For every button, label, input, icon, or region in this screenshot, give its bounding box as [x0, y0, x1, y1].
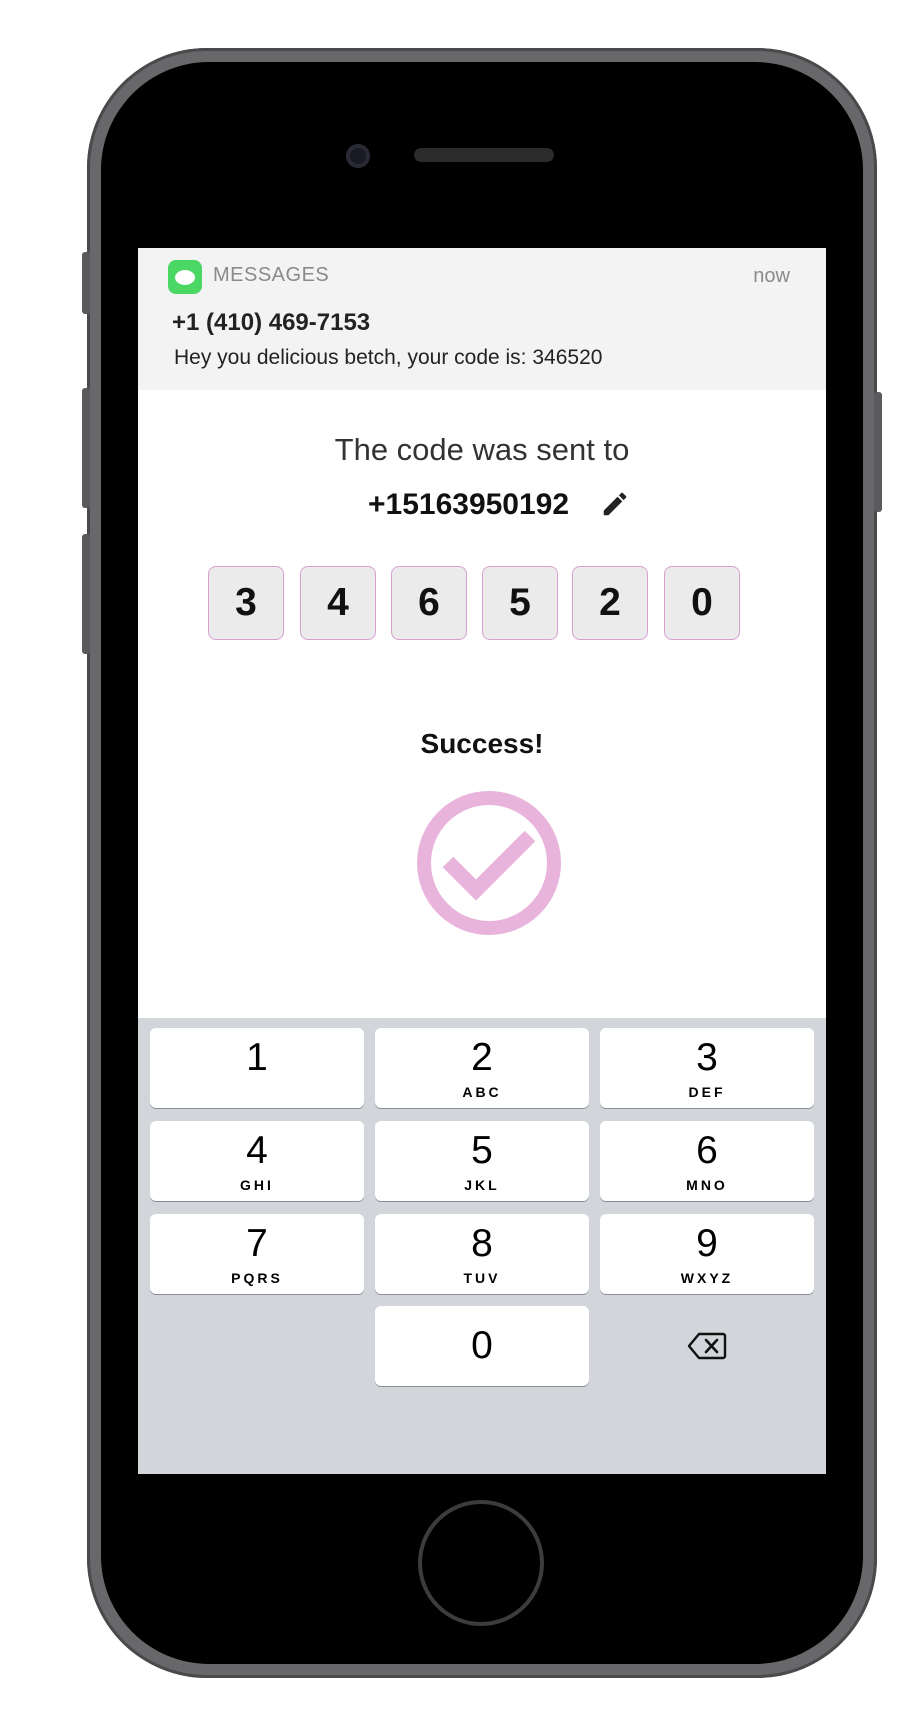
key-letters: GHI [240, 1177, 274, 1193]
key-9[interactable]: 9 WXYZ [600, 1214, 814, 1294]
notification-time: now [753, 265, 790, 287]
backspace-key[interactable] [600, 1306, 814, 1386]
volume-down-button [82, 534, 90, 654]
key-letters: ABC [462, 1084, 502, 1100]
key-digit: 0 [471, 1324, 493, 1367]
code-digit-input[interactable]: 6 [391, 566, 467, 640]
mute-switch [82, 252, 90, 314]
key-5[interactable]: 5 JKL [375, 1121, 589, 1201]
code-digit-input[interactable]: 3 [208, 566, 284, 640]
success-check-icon [417, 791, 561, 935]
key-digit: 9 [696, 1222, 718, 1265]
edit-pencil-icon[interactable] [600, 489, 630, 519]
key-letters: MNO [686, 1177, 728, 1193]
numeric-keypad: 1 2 ABC 3 DEF 4 GHI 5 JKL 6 MNO 7 PQRS 8 [138, 1018, 826, 1474]
destination-phone-number: +15163950192 [368, 488, 570, 521]
screen: MESSAGES now +1 (410) 469-7153 Hey you d… [138, 248, 826, 1474]
sms-notification[interactable]: MESSAGES now +1 (410) 469-7153 Hey you d… [138, 248, 826, 390]
code-digit-input[interactable]: 0 [664, 566, 740, 640]
key-0[interactable]: 0 [375, 1306, 589, 1386]
key-7[interactable]: 7 PQRS [150, 1214, 364, 1294]
key-1[interactable]: 1 [150, 1028, 364, 1108]
key-letters: PQRS [231, 1270, 283, 1286]
volume-up-button [82, 388, 90, 508]
key-letters: JKL [464, 1177, 500, 1193]
home-button[interactable] [418, 1500, 544, 1626]
messages-app-icon [168, 260, 202, 294]
key-8[interactable]: 8 TUV [375, 1214, 589, 1294]
key-digit: 4 [246, 1129, 268, 1172]
backspace-icon [687, 1332, 727, 1360]
notification-body: Hey you delicious betch, your code is: 3… [174, 346, 603, 369]
key-letters: WXYZ [680, 1270, 734, 1286]
key-4[interactable]: 4 GHI [150, 1121, 364, 1201]
notification-sender: +1 (410) 469-7153 [172, 309, 371, 336]
key-6[interactable]: 6 MNO [600, 1121, 814, 1201]
key-digit: 5 [471, 1129, 493, 1172]
earpiece-speaker [414, 148, 554, 162]
key-letters: TUV [463, 1270, 501, 1286]
key-digit: 8 [471, 1222, 493, 1265]
key-letters: DEF [688, 1084, 726, 1100]
front-camera [346, 144, 370, 168]
power-button [874, 392, 882, 512]
code-input-row: 3 4 6 5 2 0 [138, 566, 826, 646]
key-digit: 7 [246, 1222, 268, 1265]
key-digit: 1 [246, 1036, 268, 1079]
code-sent-label: The code was sent to [334, 432, 630, 467]
key-2[interactable]: 2 ABC [375, 1028, 589, 1108]
code-digit-input[interactable]: 2 [572, 566, 648, 640]
key-digit: 3 [696, 1036, 718, 1079]
success-message: Success! [420, 728, 544, 759]
key-digit: 2 [471, 1036, 493, 1079]
code-digit-input[interactable]: 4 [300, 566, 376, 640]
key-digit: 6 [696, 1129, 718, 1172]
key-3[interactable]: 3 DEF [600, 1028, 814, 1108]
notification-app-name: MESSAGES [213, 264, 330, 286]
code-digit-input[interactable]: 5 [482, 566, 558, 640]
